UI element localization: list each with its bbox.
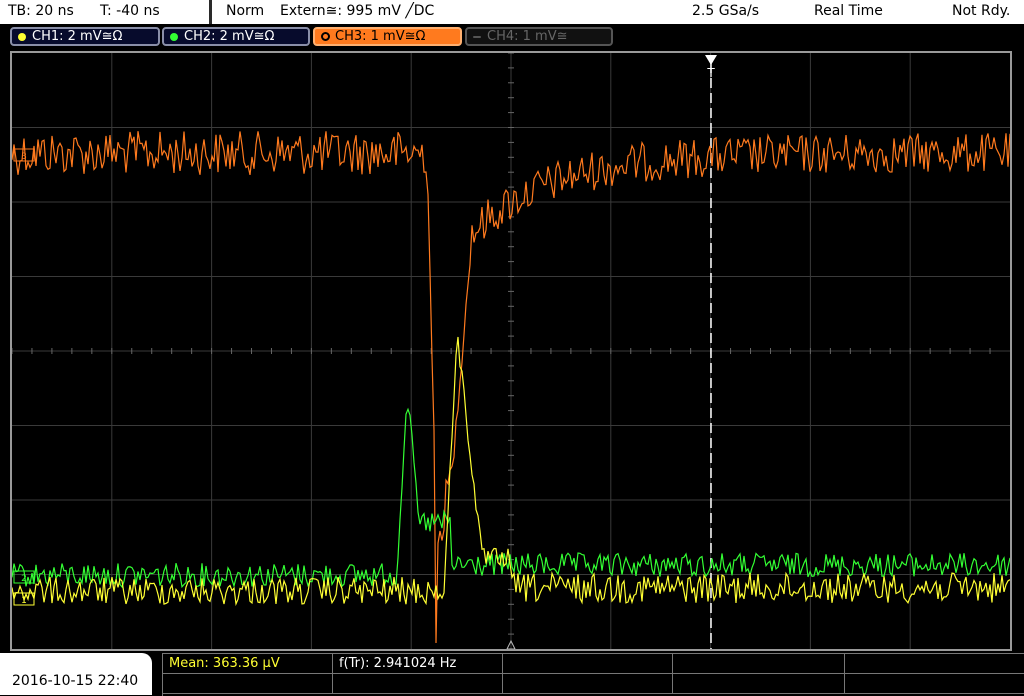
top-status-bar: TB: 20 ns T: -40 ns Norm Extern≅: 995 mV… [0, 0, 1024, 24]
channel-3-label: CH3: 1 mV≅Ω [335, 29, 426, 44]
timebase-panel[interactable]: TB: 20 ns T: -40 ns [0, 0, 212, 24]
trigger-mode-label: Norm [226, 3, 265, 19]
acquisition-mode-label: Real Time [814, 3, 883, 19]
measurement-table[interactable]: Mean: 363.36 µV f(Tr): 2.941024 Hz [162, 653, 1024, 696]
channel-3-dot-icon [321, 32, 330, 41]
channel-1-offset-marker: 1 [13, 592, 35, 606]
measurement-slot [503, 654, 673, 674]
timebase-label: TB: 20 ns [8, 3, 74, 19]
channel-1-dot-icon [18, 33, 26, 41]
channel-3-button[interactable]: CH3: 1 mV≅Ω [313, 27, 462, 46]
trigger-position-marker: T [705, 55, 717, 649]
measurement-slot [503, 674, 673, 694]
channel-buttons-row: CH1: 2 mV≅Ω CH2: 2 mV≅Ω CH3: 1 mV≅Ω CH4:… [0, 24, 1024, 49]
trigger-source-label: Extern≅: 995 mV ╱DC [280, 3, 435, 19]
waveform-display[interactable]: T 3 2 1 [10, 51, 1012, 651]
frequency-measurement: f(Tr): 2.941024 Hz [333, 654, 503, 674]
channel-1-label: CH1: 2 mV≅Ω [32, 29, 123, 44]
channel-4-dash-icon [473, 36, 481, 38]
measurement-slot [673, 654, 845, 674]
measurement-slot [333, 674, 503, 694]
trigger-time-label: T: -40 ns [100, 3, 160, 19]
sample-rate-label: 2.5 GSa/s [692, 3, 760, 19]
datetime-panel: 2016-10-15 22:40 [0, 653, 152, 695]
channel-4-button[interactable]: CH4: 1 mV≅ [465, 27, 613, 46]
svg-text:2: 2 [21, 574, 27, 584]
channel-2-label: CH2: 2 mV≅Ω [184, 29, 275, 44]
measurement-slot [673, 674, 845, 694]
trigger-arrow-icon [705, 55, 717, 65]
datetime-label: 2016-10-15 22:40 [12, 673, 139, 689]
svg-text:1: 1 [21, 596, 27, 606]
waveform-canvas: T 3 2 1 [12, 53, 1010, 649]
channel-1-button[interactable]: CH1: 2 mV≅Ω [10, 27, 160, 46]
channel-3-offset-marker: 3 [13, 148, 35, 162]
channel-2-button[interactable]: CH2: 2 mV≅Ω [162, 27, 310, 46]
measurement-slot [845, 654, 1024, 674]
trigger-marker-label: T [706, 66, 715, 80]
channel-2-dot-icon [170, 33, 178, 41]
mean-measurement: Mean: 363.36 µV [163, 654, 333, 674]
measurement-slot [845, 674, 1024, 694]
state-label: Not Rdy. [952, 3, 1011, 19]
channel-4-label: CH4: 1 mV≅ [487, 29, 568, 44]
bottom-status-bar: 2016-10-15 22:40 Mean: 363.36 µV f(Tr): … [0, 653, 1024, 696]
measurement-slot [163, 674, 333, 694]
trigger-panel[interactable]: Norm Extern≅: 995 mV ╱DC 2.5 GSa/s Real … [216, 0, 1024, 24]
svg-text:3: 3 [21, 152, 27, 162]
